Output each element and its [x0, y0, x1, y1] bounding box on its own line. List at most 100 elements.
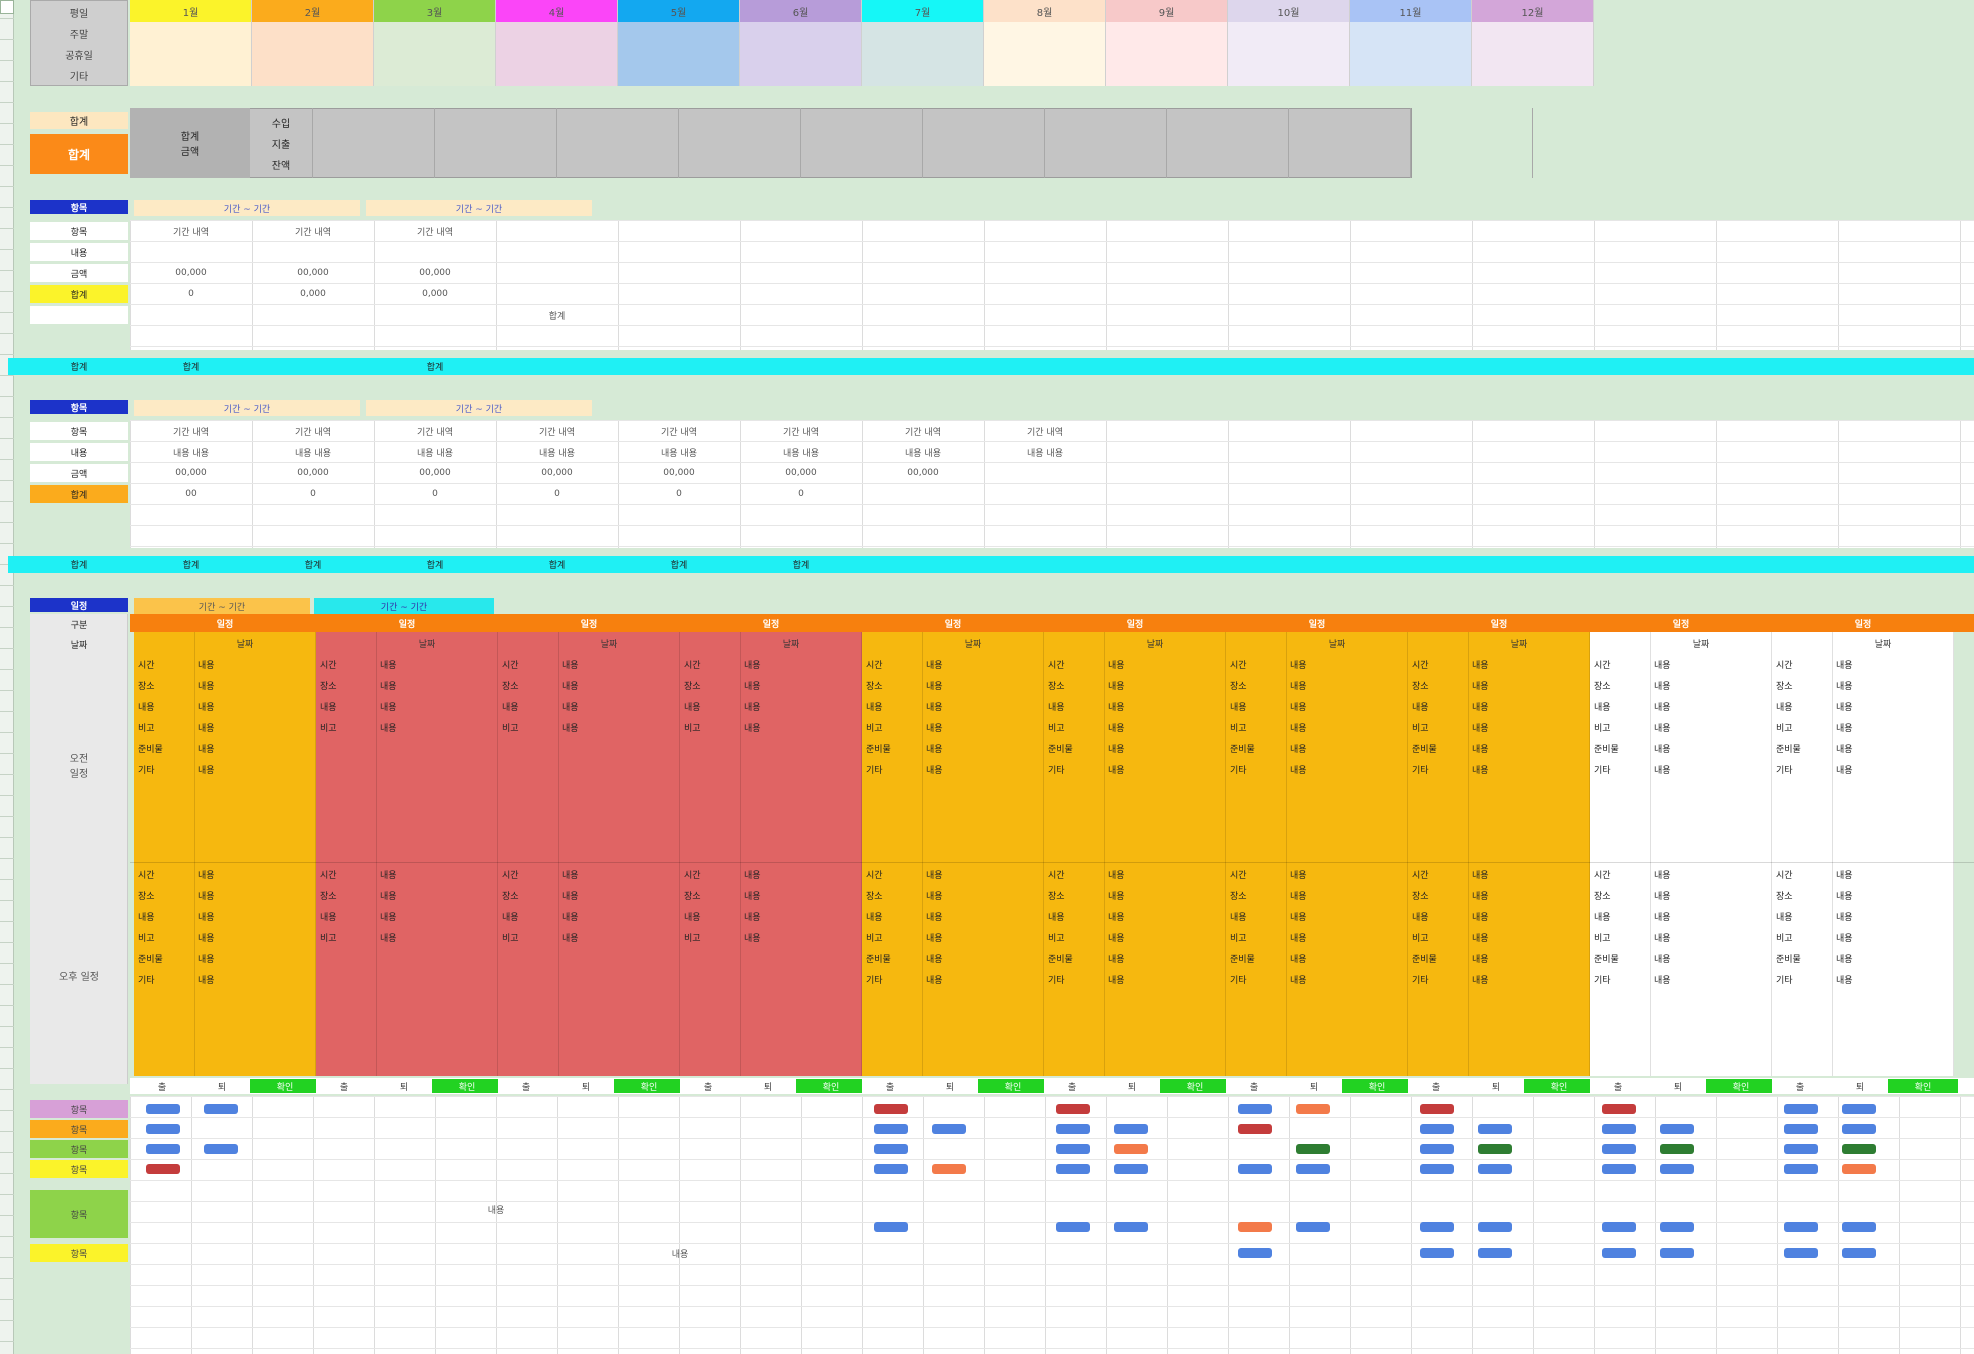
- schedule-value[interactable]: 내용: [926, 929, 943, 949]
- day-header-3[interactable]: 일정: [498, 614, 680, 632]
- schedule-value[interactable]: 내용: [198, 929, 215, 949]
- status-chip[interactable]: [1602, 1164, 1636, 1174]
- status-chip[interactable]: [1842, 1248, 1876, 1258]
- day-date-9[interactable]: 날짜: [1630, 636, 1772, 650]
- grey-block-tag-main[interactable]: 합계: [30, 134, 128, 174]
- section2-cell[interactable]: 00,000: [374, 464, 496, 482]
- schedule-value[interactable]: 내용: [744, 866, 761, 886]
- status-chip[interactable]: [1478, 1144, 1512, 1154]
- schedule-value[interactable]: 내용: [562, 677, 579, 697]
- schedule-value[interactable]: 내용: [1472, 908, 1489, 928]
- month-summary-cell-10[interactable]: [1228, 22, 1350, 86]
- section2-cell[interactable]: 00,000: [252, 464, 374, 482]
- schedule-value[interactable]: 내용: [744, 698, 761, 718]
- status-chip[interactable]: [1842, 1222, 1876, 1232]
- status-chip[interactable]: [204, 1104, 238, 1114]
- schedule-value[interactable]: 내용: [562, 929, 579, 949]
- schedule-value[interactable]: 내용: [562, 698, 579, 718]
- day-date-3[interactable]: 날짜: [538, 636, 680, 650]
- day-column-7[interactable]: [1226, 632, 1408, 1076]
- schedule-value[interactable]: 내용: [926, 698, 943, 718]
- schedule-value[interactable]: 내용: [1108, 740, 1125, 760]
- status-chip[interactable]: [1660, 1124, 1694, 1134]
- status-chip[interactable]: [1296, 1104, 1330, 1114]
- status-chip[interactable]: [1420, 1248, 1454, 1258]
- status-chip[interactable]: [1784, 1104, 1818, 1114]
- month-header-5[interactable]: 5월: [618, 0, 740, 22]
- status-chip[interactable]: [1602, 1248, 1636, 1258]
- schedule-value[interactable]: 내용: [926, 908, 943, 928]
- schedule-value[interactable]: 내용: [1290, 719, 1307, 739]
- day-date-1[interactable]: 날짜: [174, 636, 316, 650]
- status-chip[interactable]: [874, 1164, 908, 1174]
- status-chip[interactable]: [1660, 1144, 1694, 1154]
- status-chip[interactable]: [874, 1104, 908, 1114]
- section1-period-tag[interactable]: 기간 ~ 기간: [134, 200, 360, 216]
- status-chip[interactable]: [146, 1144, 180, 1154]
- schedule-value[interactable]: 내용: [1836, 887, 1853, 907]
- month-summary-cell-4[interactable]: [496, 22, 618, 86]
- schedule-value[interactable]: 내용: [198, 887, 215, 907]
- section1-cell[interactable]: 0,000: [252, 285, 374, 303]
- schedule-value[interactable]: 내용: [1290, 887, 1307, 907]
- month-summary-cell-11[interactable]: [1350, 22, 1472, 86]
- section2-summary-cell[interactable]: 합계: [496, 556, 618, 573]
- schedule-value[interactable]: 내용: [1472, 950, 1489, 970]
- schedule-value[interactable]: 내용: [1472, 677, 1489, 697]
- status-chip[interactable]: [1660, 1164, 1694, 1174]
- schedule-value[interactable]: 내용: [198, 908, 215, 928]
- schedule-value[interactable]: 내용: [1654, 677, 1671, 697]
- status-chip[interactable]: [1296, 1164, 1330, 1174]
- schedule-value[interactable]: 내용: [198, 971, 215, 991]
- status-chip[interactable]: [1842, 1144, 1876, 1154]
- schedule-value[interactable]: 내용: [744, 656, 761, 676]
- schedule-value[interactable]: 내용: [1654, 656, 1671, 676]
- section2-cell[interactable]: 내용 내용: [252, 443, 374, 461]
- schedule-value[interactable]: 내용: [1836, 656, 1853, 676]
- schedule-value[interactable]: 내용: [1290, 677, 1307, 697]
- schedule-value[interactable]: 내용: [1836, 971, 1853, 991]
- section1-cell[interactable]: 0,000: [374, 285, 496, 303]
- schedule-value[interactable]: 내용: [1290, 740, 1307, 760]
- section2-cell[interactable]: 0: [618, 485, 740, 503]
- day-date-5[interactable]: 날짜: [902, 636, 1044, 650]
- section2-cell[interactable]: 내용 내용: [374, 443, 496, 461]
- day-header-2[interactable]: 일정: [316, 614, 498, 632]
- status-chip[interactable]: [1056, 1164, 1090, 1174]
- status-chip[interactable]: [1602, 1104, 1636, 1114]
- day-date-8[interactable]: 날짜: [1448, 636, 1590, 650]
- status-chip[interactable]: [1238, 1104, 1272, 1114]
- section1-cell[interactable]: 기간 내역: [374, 222, 496, 240]
- status-chip[interactable]: [1056, 1144, 1090, 1154]
- schedule-value[interactable]: 내용: [926, 887, 943, 907]
- schedule-value[interactable]: 내용: [380, 677, 397, 697]
- schedule-value[interactable]: 내용: [1654, 866, 1671, 886]
- schedule-value[interactable]: 내용: [1290, 929, 1307, 949]
- status-chip[interactable]: [1784, 1144, 1818, 1154]
- month-header-1[interactable]: 1월: [130, 0, 252, 22]
- schedule-value[interactable]: 내용: [926, 950, 943, 970]
- status-chip[interactable]: [1056, 1124, 1090, 1134]
- section2-summary-cell[interactable]: 합계: [740, 556, 862, 573]
- section2-period-tag[interactable]: 기간 ~ 기간: [134, 400, 360, 416]
- schedule-value[interactable]: 내용: [1654, 719, 1671, 739]
- day-date-10[interactable]: 날짜: [1812, 636, 1954, 650]
- status-chip[interactable]: [1420, 1144, 1454, 1154]
- status-chip[interactable]: [1420, 1124, 1454, 1134]
- day-header-5[interactable]: 일정: [862, 614, 1044, 632]
- schedule-value[interactable]: 내용: [1108, 719, 1125, 739]
- schedule-value[interactable]: 내용: [926, 719, 943, 739]
- status-chip[interactable]: [1842, 1164, 1876, 1174]
- schedule-value[interactable]: 내용: [1836, 677, 1853, 697]
- section2-cell[interactable]: 0: [740, 485, 862, 503]
- section2-cell[interactable]: 00: [130, 485, 252, 503]
- schedule-value[interactable]: 내용: [1290, 761, 1307, 781]
- schedule-value[interactable]: 내용: [1836, 950, 1853, 970]
- section2-cell[interactable]: 00,000: [740, 464, 862, 482]
- status-chip[interactable]: [146, 1164, 180, 1174]
- schedule-value[interactable]: 내용: [380, 656, 397, 676]
- schedule-value[interactable]: 내용: [1654, 908, 1671, 928]
- day-column-9[interactable]: [1590, 632, 1772, 1076]
- month-header-11[interactable]: 11월: [1350, 0, 1472, 22]
- status-chip[interactable]: [1602, 1124, 1636, 1134]
